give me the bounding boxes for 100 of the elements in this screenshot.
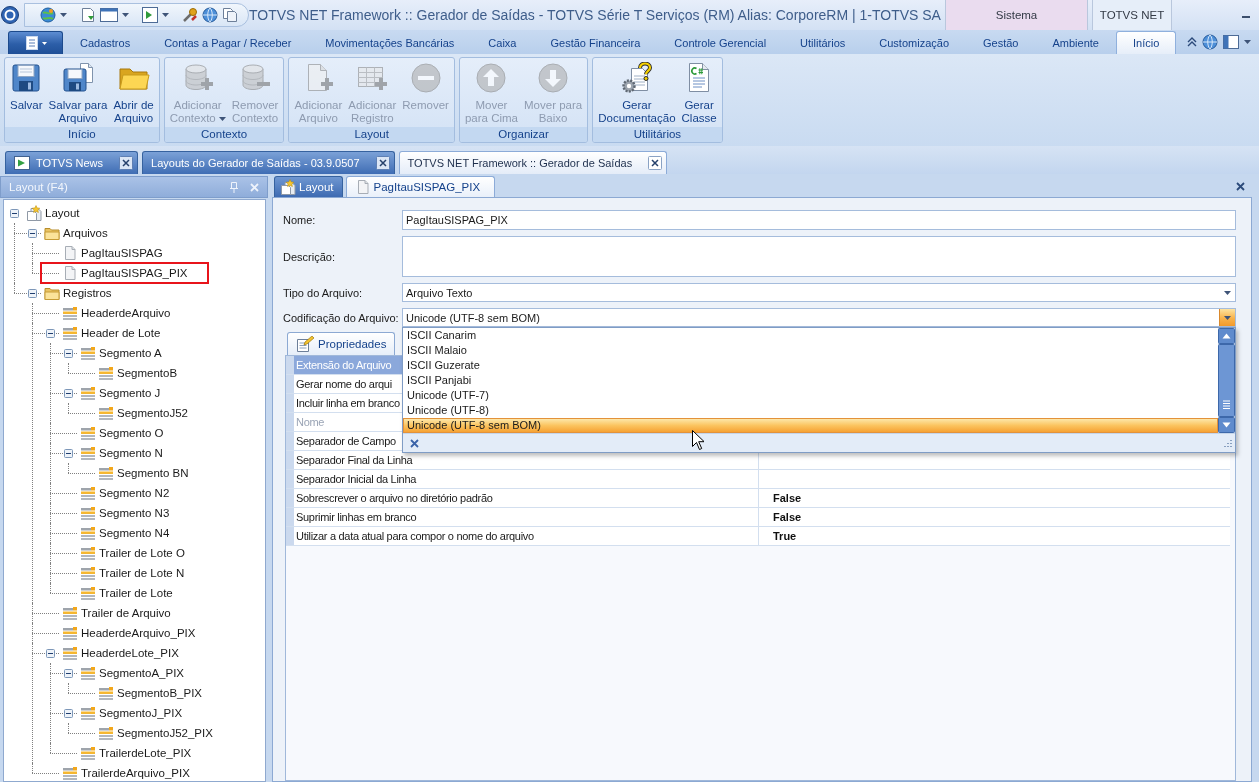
collapse-icon[interactable] xyxy=(27,228,37,238)
copy-icon[interactable] xyxy=(222,7,238,23)
menu-tab[interactable]: Gestão Financeira xyxy=(533,31,658,54)
window-title: TOTVS NET Framework :: Gerador de Saídas - TOTVS Série T Serviços (RM) Alias: CorporeRM | 1-TOTVS SA xyxy=(249,7,941,23)
tree-item[interactable]: Segmento N xyxy=(80,443,165,463)
tree-item[interactable]: SegmentoJ52 xyxy=(98,403,190,423)
document-add-icon[interactable] xyxy=(80,7,96,23)
document-tab[interactable]: TOTVS News xyxy=(5,151,139,174)
tree-item[interactable]: Trailer de Arquivo xyxy=(62,603,173,623)
tree-item[interactable]: Segmento N4 xyxy=(80,523,172,543)
menu-tab[interactable]: Caixa xyxy=(471,31,534,54)
caret-icon[interactable] xyxy=(162,13,169,17)
caret-icon[interactable] xyxy=(122,13,129,17)
tree-item[interactable]: Trailer de Lote N xyxy=(80,563,187,583)
collapse-icon[interactable] xyxy=(63,668,73,678)
tree-item[interactable]: HeaderdeArquivo xyxy=(62,303,173,323)
double-chevron-up-icon[interactable] xyxy=(1187,37,1197,47)
dropdown-option[interactable]: ISCII Malaio xyxy=(403,343,1218,358)
tree-item[interactable]: Header de Lote xyxy=(62,323,163,343)
scrollbar[interactable] xyxy=(1218,328,1235,433)
tree-item[interactable]: TrailerdeArquivo_PIX xyxy=(62,763,192,781)
globe-icon[interactable] xyxy=(202,7,218,23)
editor-tab[interactable]: PagItauSISPAG_PIX xyxy=(345,176,496,197)
ribbon-button[interactable]: Abrir de Arquivo xyxy=(110,58,157,127)
description-field[interactable] xyxy=(402,236,1236,277)
menu-tab[interactable]: Movimentações Bancárias xyxy=(308,31,472,54)
collapse-icon[interactable] xyxy=(63,448,73,458)
network-globe-icon[interactable] xyxy=(40,7,56,23)
menu-tab[interactable]: Início xyxy=(1115,31,1177,54)
collapse-icon[interactable] xyxy=(45,328,55,338)
window-icon[interactable] xyxy=(1223,35,1239,49)
tree-item[interactable]: HeaderdeArquivo_PIX xyxy=(62,623,198,643)
collapse-icon[interactable] xyxy=(27,288,37,298)
dropdown-button[interactable] xyxy=(1219,309,1235,326)
menu-tab[interactable]: Ambiente xyxy=(1035,31,1116,54)
ribbon-button[interactable]: Salvar para Arquivo xyxy=(45,58,111,127)
collapse-icon[interactable] xyxy=(9,208,19,218)
tree-item[interactable]: Trailer de Lote O xyxy=(80,543,187,563)
tree-item[interactable]: Segmento O xyxy=(80,423,166,443)
app-logo-icon[interactable] xyxy=(1,6,19,24)
field-label: Nome: xyxy=(283,214,316,226)
globe-icon[interactable] xyxy=(1202,34,1218,50)
editor-tab[interactable]: Layout xyxy=(274,176,343,197)
tree-item[interactable]: Segmento A xyxy=(80,343,164,363)
tree-item[interactable]: HeaderdeLote_PIX xyxy=(62,643,181,663)
tree-item[interactable]: Trailer de Lote xyxy=(80,583,175,603)
tree-item[interactable]: Segmento J xyxy=(80,383,163,403)
tree-item[interactable]: TrailerdeLote_PIX xyxy=(80,743,194,763)
close-tab-icon[interactable] xyxy=(375,156,390,170)
properties-tab[interactable]: Propriedades xyxy=(287,332,396,355)
tree-item[interactable]: Segmento N3 xyxy=(80,503,172,523)
tree-item[interactable]: SegmentoB xyxy=(98,363,180,383)
property-name: Sobrescrever o arquivo no diretório padrão xyxy=(296,492,493,504)
ribbon-button[interactable]: Gerar Classe xyxy=(678,58,720,127)
tree-item[interactable]: Segmento N2 xyxy=(80,483,172,503)
close-tab-icon[interactable] xyxy=(648,156,663,170)
field-label: Descrição: xyxy=(283,250,335,263)
document-tab[interactable]: Layouts do Gerador de Saídas - 03.9.0507 xyxy=(142,151,395,174)
ribbon-button[interactable]: Salvar xyxy=(7,58,46,127)
window-icon[interactable] xyxy=(100,7,118,23)
tree-item[interactable]: Arquivos xyxy=(44,223,110,243)
ribbon-button[interactable]: Gerar Documentação xyxy=(595,58,679,127)
document-pencil-icon xyxy=(296,336,314,352)
tree-item[interactable]: SegmentoB_PIX xyxy=(98,683,205,703)
table-rows-icon xyxy=(98,465,114,481)
caret-icon[interactable] xyxy=(60,13,67,17)
tree-item[interactable]: Layout xyxy=(26,203,82,223)
collapse-icon[interactable] xyxy=(63,348,73,358)
resize-grip-icon[interactable] xyxy=(1224,439,1232,447)
menu-tab[interactable]: Gestão xyxy=(966,31,1036,54)
caret-icon[interactable] xyxy=(1244,40,1251,44)
menu-tab[interactable]: Cadastros xyxy=(63,31,148,54)
table-rows-icon xyxy=(62,305,78,321)
tree-item[interactable]: PagItauSISPAG_PIX xyxy=(40,262,209,284)
tree-item[interactable]: SegmentoJ52_PIX xyxy=(98,723,215,743)
close-tab-icon[interactable] xyxy=(119,156,134,170)
document-tab[interactable]: TOTVS NET Framework :: Gerador de Saídas xyxy=(398,151,668,174)
collapse-icon[interactable] xyxy=(45,648,55,658)
menu-tab[interactable]: Utilitários xyxy=(783,31,863,54)
tree-item[interactable]: SegmentoA_PIX xyxy=(80,663,187,683)
dropdown-option[interactable]: ISCII Canarim xyxy=(403,328,1218,343)
application-menu-button[interactable] xyxy=(8,31,63,54)
collapse-icon[interactable] xyxy=(63,708,73,718)
tree-item[interactable]: Segmento BN xyxy=(98,463,191,483)
tree-item[interactable]: PagItauSISPAG xyxy=(62,243,165,263)
collapse-icon[interactable] xyxy=(63,388,73,398)
close-icon[interactable] xyxy=(1236,182,1245,191)
tools-icon[interactable] xyxy=(182,7,198,23)
dropdown-field[interactable]: Unicode (UTF-8 sem BOM) xyxy=(402,308,1236,327)
play-box-icon[interactable] xyxy=(142,7,158,23)
property-name: Separador de Campo xyxy=(296,435,396,447)
menu-tab[interactable]: Controle Gerencial xyxy=(657,31,784,54)
dropdown-field[interactable]: Arquivo Texto xyxy=(402,283,1236,302)
property-name: Separador Inicial da Linha xyxy=(296,473,416,485)
tree-item[interactable]: SegmentoJ_PIX xyxy=(80,703,185,723)
menu-tab[interactable]: Customização xyxy=(862,31,966,54)
menu-tab[interactable]: Contas a Pagar / Receber xyxy=(147,31,309,54)
tree-item[interactable]: Registros xyxy=(44,283,114,303)
text-field[interactable]: PagItauSISPAG_PIX xyxy=(402,210,1236,230)
property-name: Gerar nome do arqui xyxy=(296,378,392,390)
